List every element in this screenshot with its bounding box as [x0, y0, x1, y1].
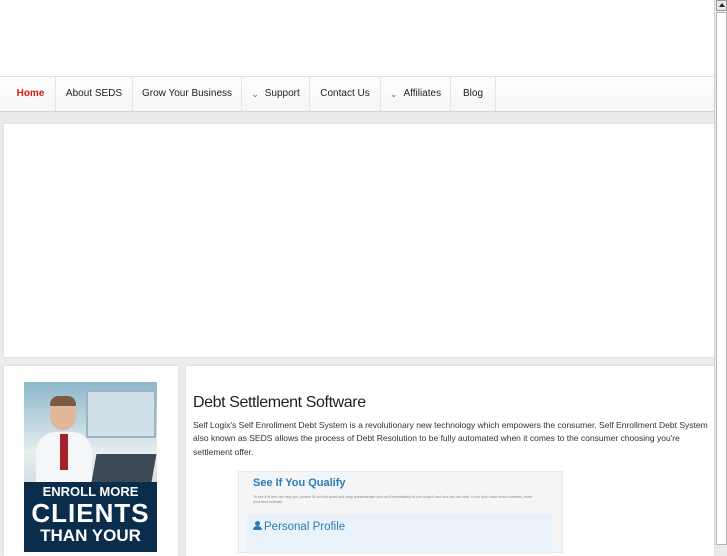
qualify-title: See If You Qualify [253, 477, 346, 489]
ad-line-3: THAN YOUR [40, 526, 141, 545]
chevron-down-icon: ⌄ [251, 89, 259, 99]
nav-home[interactable]: Home [6, 77, 56, 111]
nav-affiliates-label: Affiliates [403, 88, 442, 99]
nav-blog-label: Blog [462, 88, 483, 99]
vertical-scrollbar[interactable] [714, 0, 727, 545]
nav-contact-label: Contact Us [320, 88, 370, 99]
chevron-down-icon: ⌄ [389, 89, 398, 99]
nav-about-label: About SEDS [65, 88, 123, 99]
main-nav: Home About SEDS Grow Your Business ⌄ Supp… [0, 76, 714, 112]
header [0, 0, 714, 76]
nav-home-label: Home [16, 88, 45, 99]
enroll-ad-banner[interactable]: ENROLL MORE CLIENTS THAN YOUR [24, 382, 157, 552]
nav-about-seds[interactable]: About SEDS [56, 77, 133, 111]
user-icon [253, 521, 262, 530]
qualify-form-preview[interactable]: See If You Qualify To see if eDebt can h… [238, 471, 563, 554]
sidebar: ENROLL MORE CLIENTS THAN YOUR [4, 366, 178, 556]
intro-paragraph: Self Logix's Self Enrollment Debt System… [193, 420, 708, 457]
nav-contact-us[interactable]: Contact Us [310, 77, 381, 111]
page-title: Debt Settlement Software [193, 394, 366, 411]
qualify-subtitle: To see if eDebt can help you, please fil… [253, 495, 533, 504]
personal-profile-label: Personal Profile [264, 521, 346, 533]
nav-affiliates[interactable]: ⌄ Affiliates [381, 77, 451, 111]
nav-grow-your-business[interactable]: Grow Your Business [133, 77, 242, 111]
page: Home About SEDS Grow Your Business ⌄ Supp… [0, 0, 714, 556]
scroll-up-arrow-icon[interactable] [716, 0, 727, 11]
ad-line-2: CLIENTS [31, 498, 150, 528]
ad-line-1: ENROLL MORE [42, 484, 139, 499]
main-content: Debt Settlement Software Self Logix's Se… [186, 366, 714, 556]
nav-grow-label: Grow Your Business [141, 88, 233, 99]
scrollbar-thumb[interactable] [716, 12, 727, 545]
hero-banner [4, 124, 714, 357]
personal-profile-heading: Personal Profile [253, 521, 345, 533]
nav-blog[interactable]: Blog [451, 77, 496, 111]
nav-support[interactable]: ⌄ Support [242, 77, 310, 111]
nav-support-label: Support [264, 88, 300, 99]
ad-photo [24, 382, 157, 482]
profile-card [247, 514, 552, 554]
